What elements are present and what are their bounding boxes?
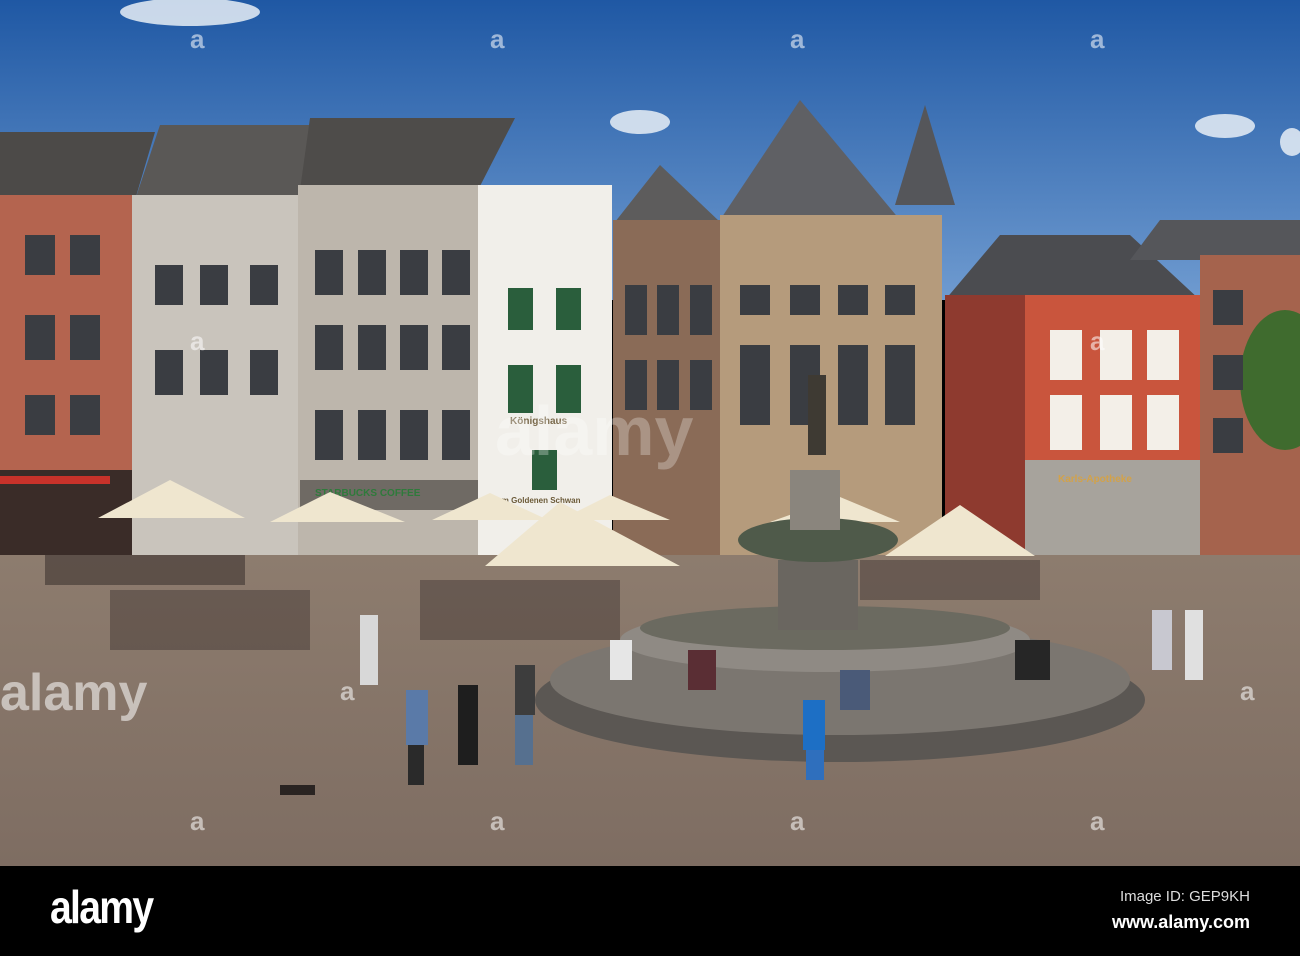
image-id: Image ID: GEP9KH (1119, 888, 1250, 905)
watermark-center: alamy (495, 392, 694, 470)
watermark-a: a (790, 806, 805, 836)
watermark-a: a (1090, 326, 1105, 356)
watermark-a: a (190, 806, 205, 836)
stock-photo: STARBUCKS COFFEE Königshaus Zum Goldenen… (0, 0, 1300, 956)
watermark-a: a (490, 24, 505, 54)
website-link[interactable]: www.alamy.com (1112, 912, 1250, 933)
footer-bar: alamy Image ID: GEP9KH www.alamy.com (0, 866, 1300, 956)
alamy-logo: alamy (50, 881, 154, 933)
drain-grate (280, 785, 315, 795)
watermark-a: a (1090, 24, 1105, 54)
watermark-a: a (1240, 676, 1255, 706)
watermark-a: a (490, 806, 505, 836)
watermark-a: a (340, 676, 355, 706)
market-square-photo: STARBUCKS COFFEE Königshaus Zum Goldenen… (0, 0, 1300, 866)
watermark-a: a (190, 326, 205, 356)
watermark-a: a (190, 24, 205, 54)
apotheke-sign: Karls-Apotheke (1058, 474, 1132, 485)
watermark-large: alamy (0, 664, 148, 722)
watermark-a: a (790, 24, 805, 54)
watermark-a: a (1090, 806, 1105, 836)
